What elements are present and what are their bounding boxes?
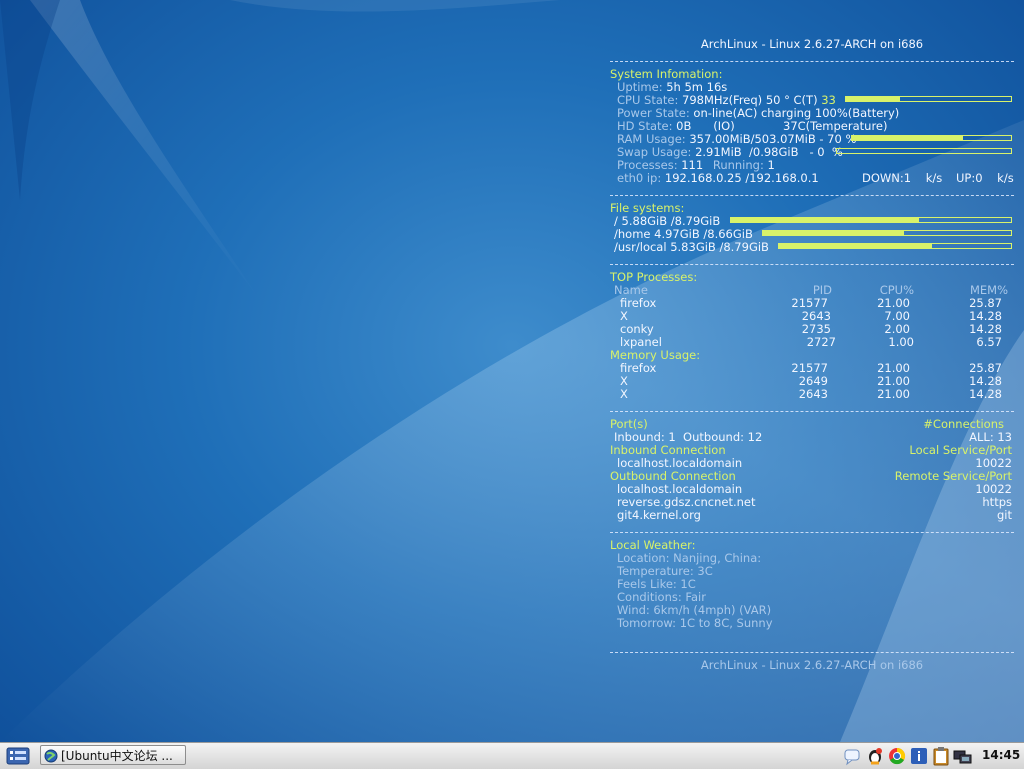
taskbar-window-button[interactable]: [Ubuntu中文论坛 ... [40, 745, 186, 765]
proc-pid: 2727 [806, 335, 836, 349]
divider [610, 532, 1014, 533]
connection-host: localhost.localdomain [617, 456, 743, 470]
fs-bar [730, 217, 1012, 223]
browser-globe-icon [44, 749, 58, 764]
chrome-icon[interactable] [887, 746, 907, 766]
uptime-label: Uptime: [617, 80, 663, 94]
proc-mem: 14.28 [969, 387, 1002, 401]
proc-pid: 2643 [798, 387, 828, 401]
clipboard-icon[interactable] [931, 746, 951, 766]
divider [610, 652, 1014, 653]
connection-port: git [996, 508, 1012, 522]
fs-bar-fill [779, 244, 933, 248]
conky-header: ArchLinux - Linux 2.6.27-ARCH on i686 [700, 37, 924, 51]
ram-label: RAM Usage: [617, 132, 686, 146]
ports-summary: Inbound: 1 Outbound: 12 [614, 430, 763, 444]
outbound-title: Outbound Connection [610, 469, 736, 483]
fs-row-usr-local: /usr/local 5.83GiB /8.79GiB [610, 241, 1014, 254]
cpu-value: 798MHz(Freq) 50 ° C(T) [682, 93, 818, 107]
hd-label: HD State: [617, 119, 673, 133]
chat-icon[interactable] [843, 746, 863, 766]
cpu-label: CPU State: [617, 93, 679, 107]
taskbar-window-label: [Ubuntu中文论坛 ... [61, 749, 173, 763]
processes-value: 111 [681, 158, 704, 172]
ports-title: Port(s) [610, 417, 648, 431]
cpu-bar [845, 96, 1012, 102]
ram-value: 357.00MiB/503.07MiB - 70 % [689, 132, 857, 146]
running-label: Running: [712, 158, 764, 172]
conky-footer: ArchLinux - Linux 2.6.27-ARCH on i686 [700, 658, 924, 672]
fs-bar-fill [731, 218, 919, 222]
fs-bar [762, 230, 1012, 236]
swap-bar [836, 148, 1012, 154]
top-processes-title: TOP Processes: [610, 270, 698, 284]
fs-label: /usr/local 5.83GiB /8.79GiB [614, 240, 769, 254]
power-value: on-line(AC) charging 100%(Battery) [693, 106, 900, 120]
clock[interactable]: 14:45 [982, 748, 1020, 762]
proc-name: X [620, 387, 628, 401]
net-down: DOWN:1 k/s [862, 171, 943, 185]
divider [610, 195, 1014, 196]
conky-monitor: ArchLinux - Linux 2.6.27-ARCH on i686 Sy… [610, 38, 1014, 672]
swap-value: 2.91MiB /0.98GiB - 0 % [695, 145, 843, 159]
list-item: git4.kernel.org git [610, 509, 1014, 522]
taskbar: [Ubuntu中文论坛 ... 14:45 [0, 742, 1024, 769]
connection-host: localhost.localdomain [617, 482, 743, 496]
ram-bar [851, 135, 1012, 141]
ram-bar-fill [852, 136, 964, 140]
connection-host: reverse.gdsz.cncnet.net [617, 495, 756, 509]
fs-bar [778, 243, 1012, 249]
processes-label: Processes: [617, 158, 678, 172]
cpu-bar-fill [846, 97, 901, 101]
power-label: Power State: [617, 106, 690, 120]
fs-label: / 5.88GiB /8.79GiB [614, 214, 721, 228]
swap-label: Swap Usage: [617, 145, 692, 159]
proc-mem: 6.57 [976, 335, 1002, 349]
running-value: 1 [767, 158, 775, 172]
menu-icon [6, 747, 30, 765]
inbound-title: Inbound Connection [610, 443, 726, 457]
table-row: X 2643 21.00 14.28 [610, 388, 1014, 401]
info-icon[interactable] [909, 746, 929, 766]
proc-cpu: 21.00 [877, 387, 910, 401]
fs-label: /home 4.97GiB /8.66GiB [614, 227, 753, 241]
divider [610, 411, 1014, 412]
cpu-percent: 33 [821, 93, 836, 107]
connection-host: git4.kernel.org [617, 508, 701, 522]
eth0-value: 192.168.0.25 /192.168.0.1 [664, 171, 819, 185]
hd-value: 0B (IO) [676, 119, 735, 133]
uptime-value: 5h 5m 16s [666, 80, 728, 94]
fs-bar-fill [763, 231, 905, 235]
eth0-label: eth0 ip: [617, 171, 662, 185]
network-icon[interactable] [953, 746, 973, 766]
divider [610, 264, 1014, 265]
net-up: UP:0 k/s [956, 171, 1014, 185]
weather-tomorrow: Tomorrow: 1C to 8C, Sunny [617, 616, 773, 630]
proc-cpu: 1.00 [888, 335, 914, 349]
divider [610, 61, 1014, 62]
start-menu-button[interactable] [6, 746, 30, 766]
penguin-icon[interactable] [865, 746, 885, 766]
eth0-row: eth0 ip: 192.168.0.25 /192.168.0.1 DOWN:… [610, 172, 1014, 185]
